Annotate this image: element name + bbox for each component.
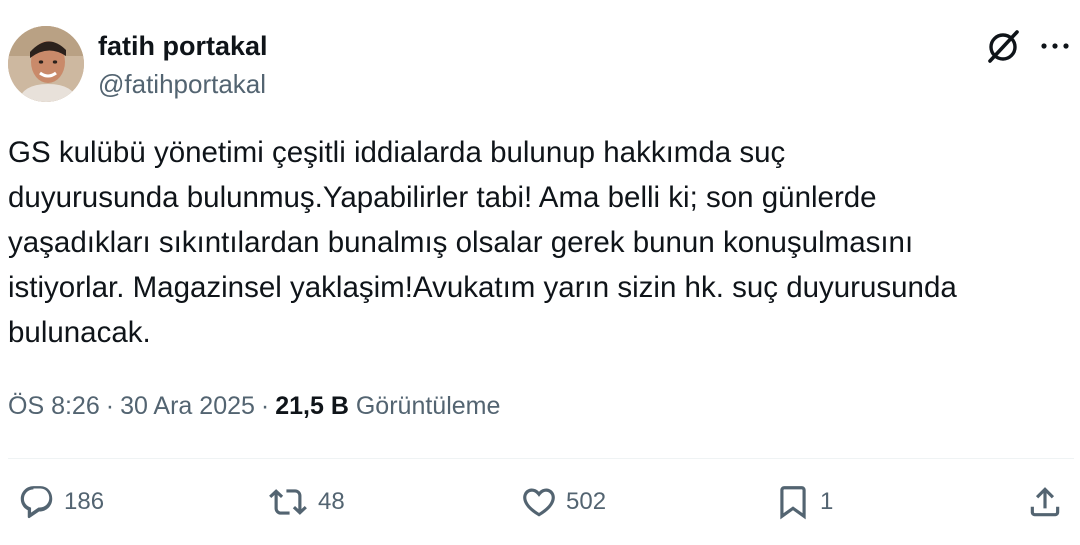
bookmark-icon (780, 486, 806, 520)
views-count: 21,5 B (275, 392, 349, 420)
tweet-text-line: bulunacak. (8, 316, 151, 349)
retweet-button[interactable]: 48 (266, 482, 345, 522)
like-count: 502 (566, 488, 607, 515)
reply-count: 186 (64, 488, 105, 515)
author-handle[interactable]: @fatihportakal (98, 68, 266, 100)
tweet-date[interactable]: 30 Ara 2025 (120, 392, 255, 420)
share-icon (1030, 487, 1060, 517)
tweet-text: GS kulübü yönetimi çeşitli iddialarda bu… (8, 130, 1073, 355)
tweet: fatih portakal @fatihportakal GS kulübü … (0, 0, 1080, 545)
views-label: Görüntüleme (355, 392, 501, 420)
reply-button[interactable]: 186 (18, 482, 104, 522)
grok-icon[interactable] (984, 28, 1022, 66)
author-name[interactable]: fatih portakal (98, 30, 268, 62)
avatar-image (8, 26, 84, 102)
tweet-meta: ÖS 8:26 · 30 Ara 2025 · 21,5 B Görüntüleme (8, 390, 500, 422)
bookmark-count: 1 (820, 488, 834, 515)
tweet-time[interactable]: ÖS 8:26 (8, 392, 100, 420)
meta-separator: · (260, 392, 270, 420)
reply-icon (20, 486, 53, 519)
tweet-text-line: istiyorlar. Magazinsel yaklaşim!Avukatım… (8, 271, 957, 304)
avatar[interactable] (8, 26, 84, 102)
more-icon[interactable] (1040, 33, 1070, 59)
share-button[interactable] (1026, 482, 1064, 522)
heart-icon (523, 488, 555, 517)
retweet-icon (269, 489, 307, 515)
like-button[interactable]: 502 (520, 482, 606, 522)
tweet-text-line: GS kulübü yönetimi çeşitli iddialarda bu… (8, 136, 786, 169)
tweet-text-line: duyurusunda bulunmuş.Yapabilirler tabi! … (8, 181, 877, 214)
retweet-count: 48 (318, 488, 345, 515)
meta-separator: · (105, 392, 115, 420)
bookmark-button[interactable]: 1 (774, 482, 833, 522)
divider (8, 458, 1074, 459)
tweet-text-line: yaşadıkları sıkıntılardan bunalmış olsal… (8, 226, 914, 259)
